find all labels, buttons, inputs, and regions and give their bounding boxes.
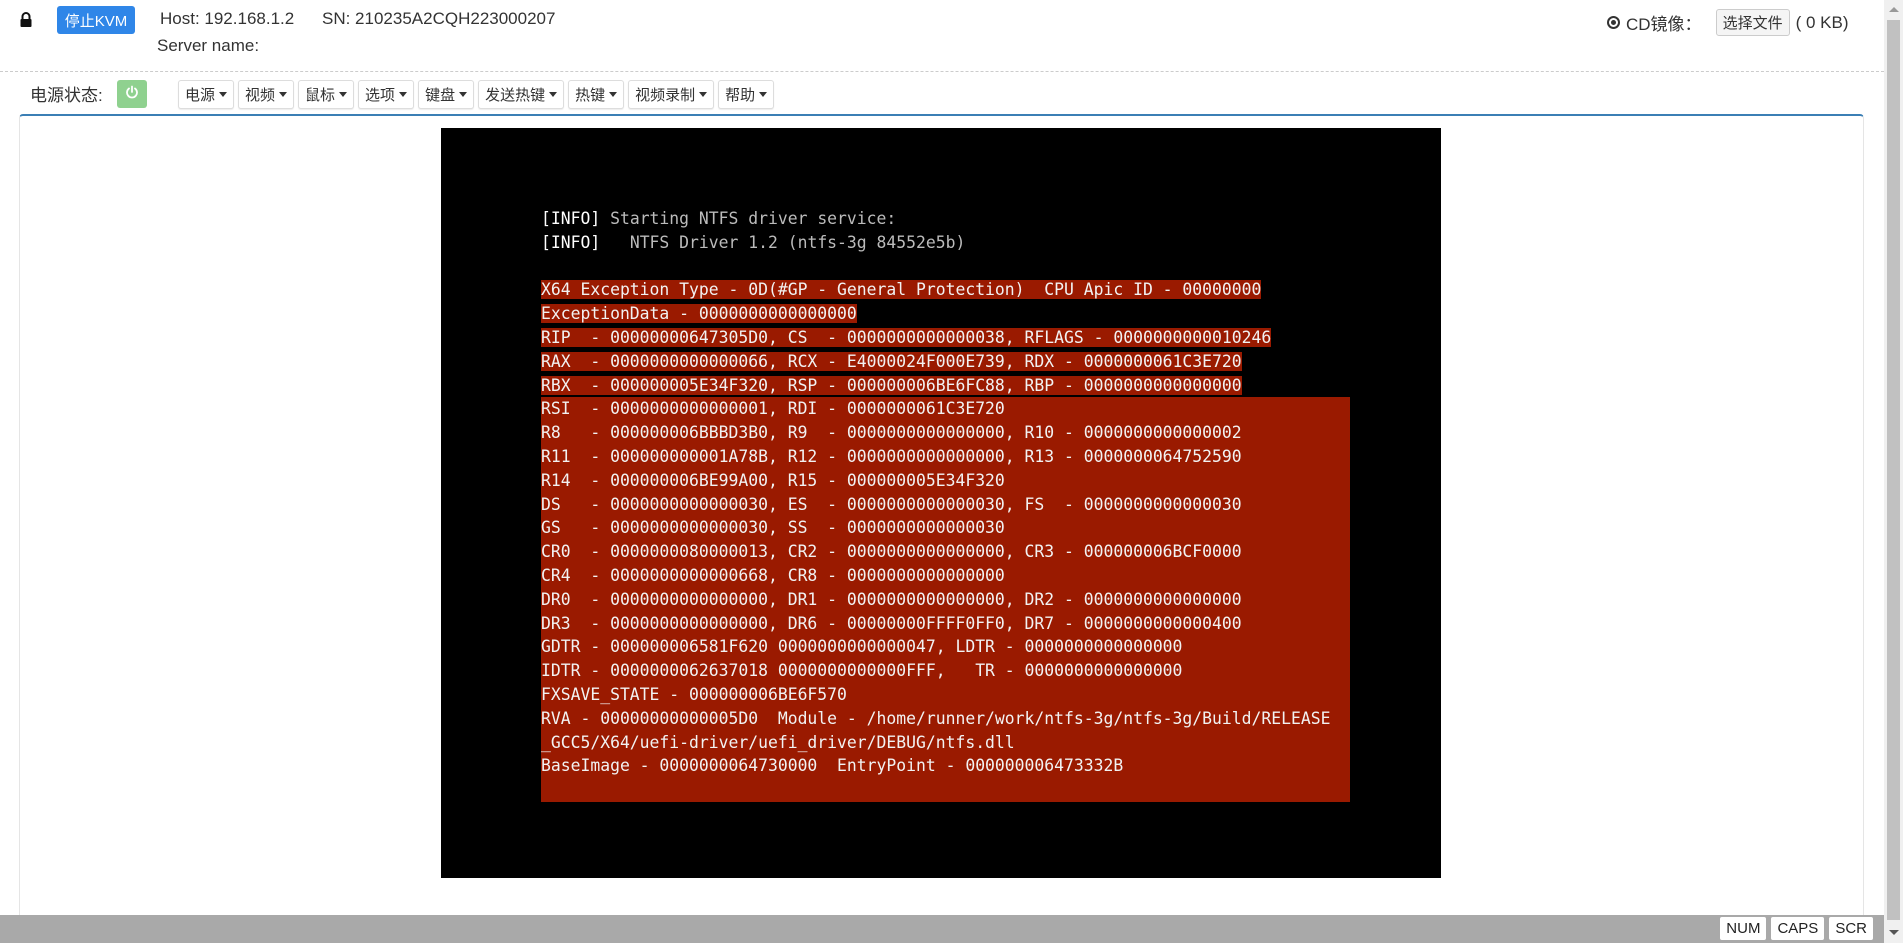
scroll-lock-indicator: SCR [1829, 917, 1873, 940]
power-status-label: 电源状态: [30, 86, 103, 105]
cd-image-label: CD镜像： [1626, 15, 1702, 34]
cd-image-section: CD镜像： 选择文件 ( 0 KB) [1607, 9, 1848, 36]
status-bar [0, 915, 1884, 943]
exception-line: RIP - 00000000647305D0, CS - 00000000000… [541, 326, 1350, 350]
host-label: Host: 192.168.1.2 [160, 9, 295, 28]
info-text: Starting NTFS driver service: [600, 209, 897, 228]
exception-line: DR0 - 0000000000000000, DR1 - 0000000000… [541, 589, 1242, 609]
menu-label: 发送热键 [485, 87, 546, 104]
num-lock-indicator: NUM [1720, 917, 1767, 940]
power-icon [126, 85, 138, 99]
console-line: [INFO] NTFS Driver 1.2 (ntfs-3g 84552e5b… [541, 231, 1350, 255]
exception-line: CR0 - 0000000080000013, CR2 - 0000000000… [541, 542, 1242, 562]
cd-icon [1607, 16, 1620, 29]
caret-down-icon [399, 92, 408, 97]
exception-line [541, 778, 1350, 802]
lock-icon [20, 12, 32, 27]
exception-line: BaseImage - 0000000064730000 EntryPoint … [541, 756, 1124, 776]
exception-text: RBX - 000000005E34F320, RSP - 000000006B… [541, 375, 1242, 395]
choose-file-button[interactable]: 选择文件 [1715, 9, 1790, 36]
power-button[interactable] [117, 80, 147, 108]
exception-line: DS - 0000000000000030, ES - 000000000000… [541, 494, 1242, 514]
exception-line: X64 Exception Type - 0D(#GP - General Pr… [541, 278, 1350, 302]
divider [0, 71, 1884, 72]
menu-send-hotkey[interactable]: 发送热键 [478, 80, 565, 109]
stop-kvm-button[interactable]: 停止KVM [57, 6, 135, 34]
menu-keyboard[interactable]: 键盘 [418, 80, 475, 109]
console-line: [INFO] Starting NTFS driver service: [541, 207, 1350, 231]
file-size-label: ( 0 KB) [1795, 12, 1849, 32]
menu-label: 帮助 [725, 87, 756, 104]
console-text: [INFO] Starting NTFS driver service: [IN… [541, 207, 1351, 802]
caret-down-icon [459, 92, 468, 97]
menu-label: 键盘 [425, 87, 456, 104]
caps-lock-indicator: CAPS [1771, 917, 1825, 940]
scrollbar-thumb[interactable] [1887, 20, 1900, 920]
exception-line: RAX - 0000000000000066, RCX - E4000024F0… [541, 350, 1350, 374]
exception-text: X64 Exception Type - 0D(#GP - General Pr… [541, 280, 1262, 300]
menu-video-record[interactable]: 视频录制 [628, 80, 715, 109]
exception-line: RSI - 0000000000000001, RDI - 0000000061… [541, 399, 1005, 419]
key-indicators: NUM CAPS SCR [1720, 917, 1873, 940]
exception-line: _GCC5/X64/uefi-driver/uefi_driver/DEBUG/… [541, 732, 1015, 752]
exception-line: R11 - 000000000001A78B, R12 - 0000000000… [541, 446, 1242, 466]
menu-label: 视频录制 [635, 87, 696, 104]
caret-down-icon [339, 92, 348, 97]
kvm-console-screen[interactable]: [INFO] Starting NTFS driver service: [IN… [441, 128, 1441, 878]
scroll-up-icon[interactable] [1889, 7, 1899, 12]
exception-line: FXSAVE_STATE - 000000006BE6F570 [541, 684, 847, 704]
serial-number-label: SN: 210235A2CQH223000207 [322, 9, 556, 28]
server-name-label: Server name: [157, 36, 260, 55]
exception-block: RSI - 0000000000000001, RDI - 0000000061… [541, 397, 1351, 802]
menu-power[interactable]: 电源 [178, 80, 235, 109]
exception-line: CR4 - 0000000000000668, CR8 - 0000000000… [541, 565, 1005, 585]
info-tag: [INFO] [541, 209, 601, 228]
exception-text: ExceptionData - 0000000000000000 [541, 304, 857, 324]
exception-line: RVA - 00000000000005D0 Module - /home/ru… [541, 708, 1331, 728]
exception-line: ExceptionData - 0000000000000000 [541, 302, 1350, 326]
caret-down-icon [549, 92, 558, 97]
menu-options[interactable]: 选项 [358, 80, 415, 109]
caret-down-icon [219, 92, 228, 97]
exception-line: GDTR - 000000006581F620 0000000000000047… [541, 637, 1183, 657]
exception-text: RIP - 00000000647305D0, CS - 00000000000… [541, 327, 1272, 347]
exception-lines: X64 Exception Type - 0D(#GP - General Pr… [541, 278, 1350, 397]
menu-label: 热键 [575, 87, 606, 104]
menu-label: 视频 [245, 87, 276, 104]
menu-label: 选项 [365, 87, 396, 104]
menu-mouse[interactable]: 鼠标 [298, 80, 355, 109]
info-tag: [INFO] [541, 232, 601, 252]
caret-down-icon [609, 92, 618, 97]
menu-label: 电源 [185, 87, 216, 104]
caret-down-icon [279, 92, 288, 97]
menu-video[interactable]: 视频 [238, 80, 295, 109]
exception-line: R14 - 000000006BE99A00, R15 - 000000005E… [541, 470, 1005, 490]
menu-help[interactable]: 帮助 [718, 80, 775, 109]
menu-hotkey[interactable]: 热键 [568, 80, 625, 109]
scroll-down-icon[interactable] [1889, 930, 1899, 935]
exception-text: RAX - 0000000000000066, RCX - E4000024F0… [541, 351, 1242, 371]
info-text: NTFS Driver 1.2 (ntfs-3g 84552e5b) [600, 232, 966, 252]
menu-label: 鼠标 [305, 87, 336, 104]
exception-line: GS - 0000000000000030, SS - 000000000000… [541, 518, 1005, 538]
exception-line: IDTR - 0000000062637018 0000000000000FFF… [541, 661, 1183, 681]
caret-down-icon [699, 92, 708, 97]
caret-down-icon [759, 92, 768, 97]
exception-line: R8 - 000000006BBBD3B0, R9 - 000000000000… [541, 423, 1242, 443]
toolbar-menus: 电源 视频 鼠标 选项 键盘 发送热键 热键 视频录制 帮助 [178, 80, 775, 109]
exception-line: RBX - 000000005E34F320, RSP - 000000006B… [541, 374, 1350, 398]
exception-line: DR3 - 0000000000000000, DR6 - 00000000FF… [541, 613, 1242, 633]
